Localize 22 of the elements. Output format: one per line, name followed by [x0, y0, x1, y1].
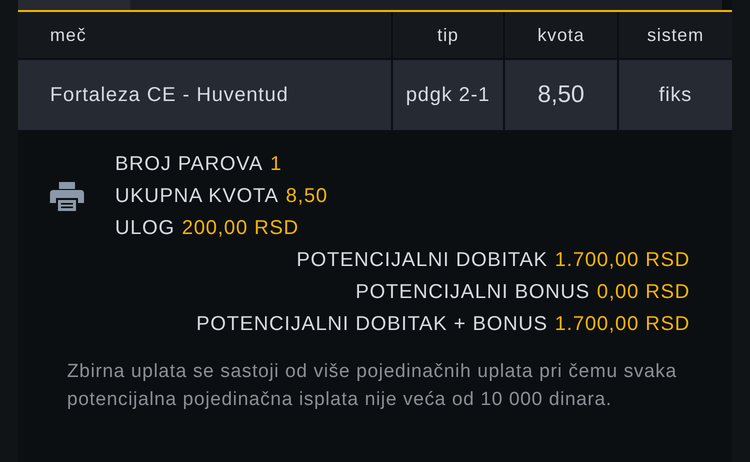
column-header: sistem	[619, 12, 732, 58]
summary-label: POTENCIJALNI DOBITAK + BONUS	[196, 312, 548, 336]
info-note: Zbirna uplata se sastoji od više pojedinačnih uplata pri čemu svaka potencijalna pojedinačna isplata nije veća od 10 000 dinara.	[67, 360, 678, 412]
summary-value: 8,50	[286, 184, 328, 208]
table-cell: pdgk 2-1	[393, 60, 503, 130]
summary-value: 1.700,00 RSD	[554, 312, 690, 336]
table-cell: Fortaleza CE - Huventud	[18, 60, 391, 130]
table-cell: fiks	[619, 60, 732, 130]
summary-value: 1.700,00 RSD	[554, 248, 690, 272]
summary-label: BROJ PAROVA	[115, 152, 264, 176]
column-header: meč	[18, 12, 391, 58]
summary-label: UKUPNA KVOTA	[115, 184, 279, 208]
table-cell: 8,50	[505, 60, 617, 130]
summary-label: ULOG	[115, 216, 175, 240]
summary-value: 200,00 RSD	[182, 216, 299, 240]
summary-label: POTENCIJALNI DOBITAK	[296, 248, 548, 272]
summary-label: POTENCIJALNI BONUS	[355, 280, 590, 304]
column-header: kvota	[505, 12, 617, 58]
column-header: tip	[393, 12, 503, 58]
print-icon[interactable]	[50, 181, 84, 211]
summary-value: 1	[270, 152, 282, 176]
summary-value: 0,00 RSD	[596, 280, 690, 304]
